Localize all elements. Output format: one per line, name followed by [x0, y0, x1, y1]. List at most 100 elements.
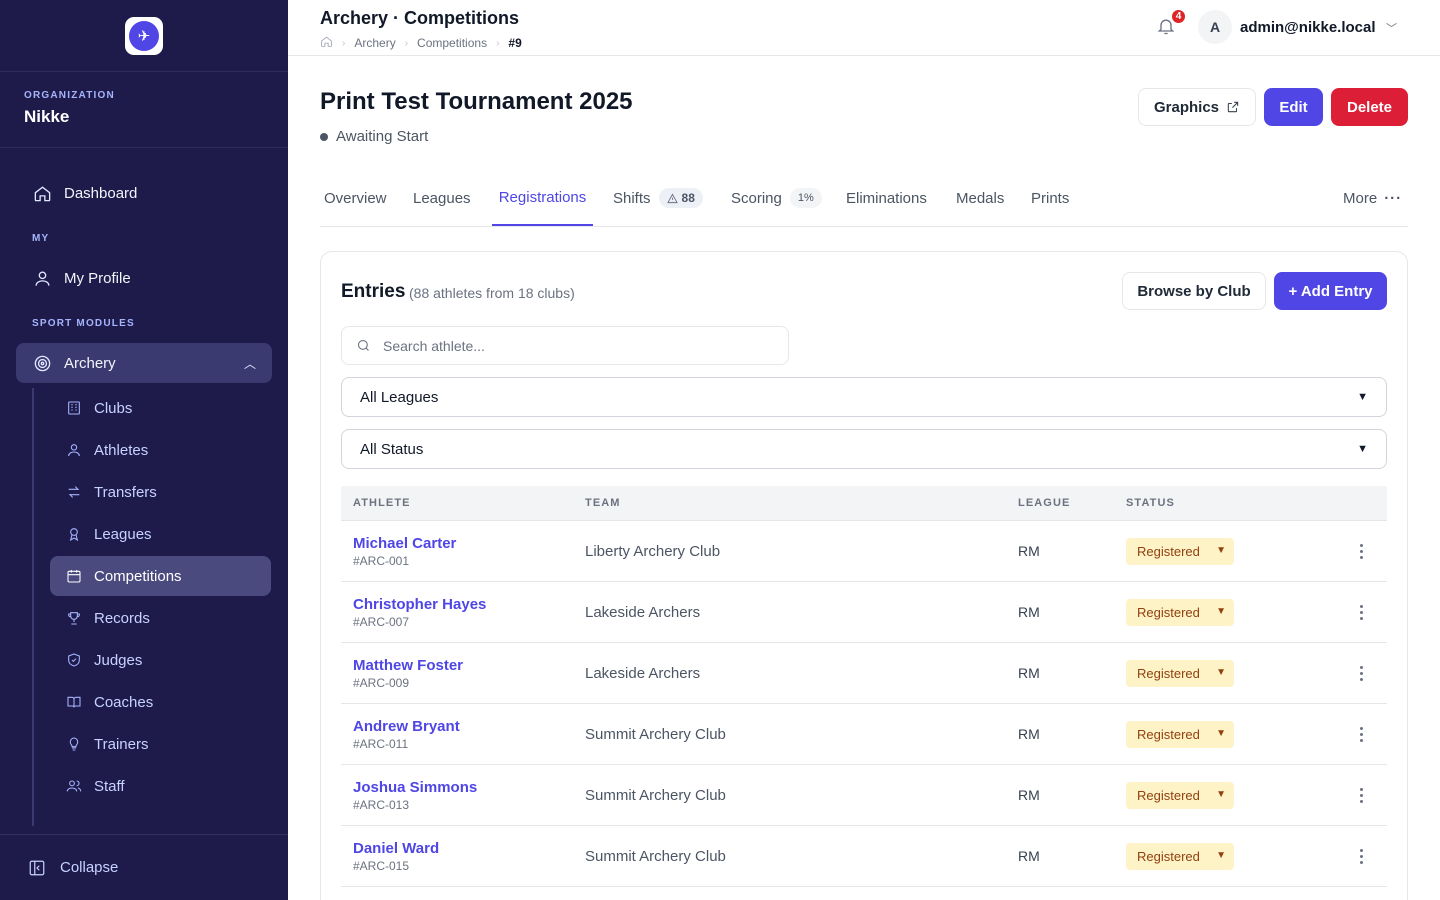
more-dots-icon: ··· — [1384, 189, 1403, 207]
app-logo[interactable]: ✈ — [125, 16, 163, 55]
athlete-name-link[interactable]: Christopher Hayes — [353, 596, 486, 613]
archery-submenu: Clubs Athletes Transfers Leagues Competi… — [32, 388, 288, 826]
athlete-id: #ARC-013 — [353, 798, 410, 812]
status-value: Registered — [1137, 849, 1200, 864]
tab-scoring[interactable]: Scoring 1% — [727, 170, 826, 226]
team-name: Summit Archery Club — [585, 787, 726, 804]
building-icon — [66, 400, 82, 416]
sidebar-item-competitions[interactable]: Competitions — [50, 556, 271, 596]
search-input[interactable] — [383, 337, 763, 354]
external-link-icon — [1227, 101, 1239, 113]
sidebar-item-dashboard[interactable]: Dashboard — [16, 173, 272, 213]
entries-card: Entries (88 athletes from 18 clubs) Brow… — [320, 251, 1408, 900]
notification-count-badge: 4 — [1170, 8, 1187, 25]
sidebar-item-records[interactable]: Records — [50, 598, 271, 638]
athlete-id: #ARC-007 — [353, 615, 410, 629]
sidebar-item-label: Trainers — [94, 735, 149, 753]
user-menu-button[interactable]: admin@nikke.local — [1240, 19, 1376, 36]
tab-eliminations[interactable]: Eliminations — [842, 170, 931, 226]
status-select[interactable]: Registered ▼ — [1126, 538, 1234, 565]
sidebar-item-athletes[interactable]: Athletes — [50, 430, 271, 470]
sidebar-item-my-profile[interactable]: My Profile — [16, 258, 272, 298]
status-select[interactable]: Registered ▼ — [1126, 843, 1234, 870]
add-entry-button[interactable]: + Add Entry — [1274, 272, 1387, 310]
sidebar-item-label: Competitions — [94, 567, 182, 585]
sidebar-item-label: Clubs — [94, 399, 133, 417]
column-header-athlete[interactable]: ATHLETE — [353, 497, 411, 509]
row-actions-menu-button[interactable] — [1353, 783, 1369, 807]
team-name: Summit Archery Club — [585, 726, 726, 743]
sidebar-item-leagues[interactable]: Leagues — [50, 514, 271, 554]
delete-button[interactable]: Delete — [1331, 88, 1408, 126]
tab-prints[interactable]: Prints — [1027, 170, 1073, 226]
column-header-league[interactable]: LEAGUE — [1018, 497, 1070, 509]
collapse-label: Collapse — [60, 859, 119, 876]
row-actions-menu-button[interactable] — [1353, 844, 1369, 868]
team-name: Summit Archery Club — [585, 848, 726, 865]
chevron-down-icon: ▼ — [1216, 728, 1226, 739]
athlete-name-link[interactable]: Andrew Bryant — [353, 718, 460, 735]
athlete-id: #ARC-001 — [353, 554, 410, 568]
table-row: Daniel Ward #ARC-015 Summit Archery Club RM… — [341, 826, 1387, 887]
breadcrumb-competitions[interactable]: Competitions — [417, 36, 487, 50]
athlete-name-link[interactable]: Daniel Ward — [353, 840, 439, 857]
sidebar-item-label: Dashboard — [64, 184, 138, 202]
shifts-count: 88 — [681, 191, 695, 205]
home-icon[interactable] — [320, 35, 333, 51]
tab-label: Shifts — [613, 189, 651, 207]
sidebar-item-label: Archery — [64, 354, 116, 372]
row-actions-menu-button[interactable] — [1353, 600, 1369, 624]
status-filter-select[interactable]: All Status ▼ — [341, 429, 1387, 469]
league-code: RM — [1018, 787, 1040, 803]
logo-area: ✈ — [0, 0, 288, 72]
tab-shifts[interactable]: Shifts 88 — [609, 170, 707, 226]
league-filter-value: All Leagues — [360, 388, 439, 406]
sidebar-item-trainers[interactable]: Trainers — [50, 724, 271, 764]
tab-more[interactable]: More ··· — [1339, 170, 1406, 226]
athlete-name-link[interactable]: Joshua Simmons — [353, 779, 477, 796]
athlete-name-link[interactable]: Matthew Foster — [353, 657, 463, 674]
league-code: RM — [1018, 848, 1040, 864]
league-code: RM — [1018, 604, 1040, 620]
tab-leagues[interactable]: Leagues — [409, 170, 475, 226]
sidebar-item-transfers[interactable]: Transfers — [50, 472, 271, 512]
row-actions-menu-button[interactable] — [1353, 539, 1369, 563]
league-filter-select[interactable]: All Leagues ▼ — [341, 377, 1387, 417]
book-icon — [66, 694, 82, 710]
edit-button[interactable]: Edit — [1264, 88, 1323, 126]
sidebar-item-staff[interactable]: Staff — [50, 766, 271, 806]
topbar: Archery · Competitions › Archery › Compe… — [288, 0, 1440, 56]
status-value: Registered — [1137, 605, 1200, 620]
chevron-right-icon: › — [404, 37, 409, 49]
tab-registrations[interactable]: Registrations — [492, 170, 593, 226]
app-title: Archery · Competitions — [320, 8, 520, 28]
team-name: Lakeside Archers — [585, 604, 701, 621]
row-actions-menu-button[interactable] — [1353, 661, 1369, 685]
status-select[interactable]: Registered ▼ — [1126, 721, 1234, 748]
breadcrumb-archery[interactable]: Archery — [354, 36, 395, 50]
browse-by-club-button[interactable]: Browse by Club — [1122, 272, 1266, 310]
status-select[interactable]: Registered ▼ — [1126, 782, 1234, 809]
avatar[interactable]: A — [1198, 10, 1232, 44]
warning-icon — [666, 192, 678, 203]
table-header: ATHLETE TEAM LEAGUE STATUS — [341, 486, 1387, 521]
row-actions-menu-button[interactable] — [1353, 722, 1369, 746]
collapse-button[interactable]: Collapse — [0, 834, 288, 900]
tab-overview[interactable]: Overview — [320, 170, 391, 226]
graphics-button[interactable]: Graphics — [1138, 88, 1256, 126]
athlete-name-link[interactable]: Michael Carter — [353, 535, 456, 552]
chevron-down-icon: ▼ — [1216, 667, 1226, 678]
status-select[interactable]: Registered ▼ — [1126, 660, 1234, 687]
search-box — [341, 326, 789, 365]
sidebar-item-judges[interactable]: Judges — [50, 640, 271, 680]
sidebar-item-coaches[interactable]: Coaches — [50, 682, 271, 722]
status-select[interactable]: Registered ▼ — [1126, 599, 1234, 626]
athlete-id: #ARC-015 — [353, 859, 410, 873]
sidebar-item-clubs[interactable]: Clubs — [50, 388, 271, 428]
sidebar-item-archery[interactable]: Archery ︿ — [16, 343, 272, 383]
tab-medals[interactable]: Medals — [952, 170, 1008, 226]
column-header-status[interactable]: STATUS — [1126, 497, 1175, 509]
column-header-team[interactable]: TEAM — [585, 497, 621, 509]
chevron-down-icon[interactable]: ﹀ — [1386, 20, 1397, 36]
section-label-sport-modules: SPORT MODULES — [32, 318, 135, 329]
